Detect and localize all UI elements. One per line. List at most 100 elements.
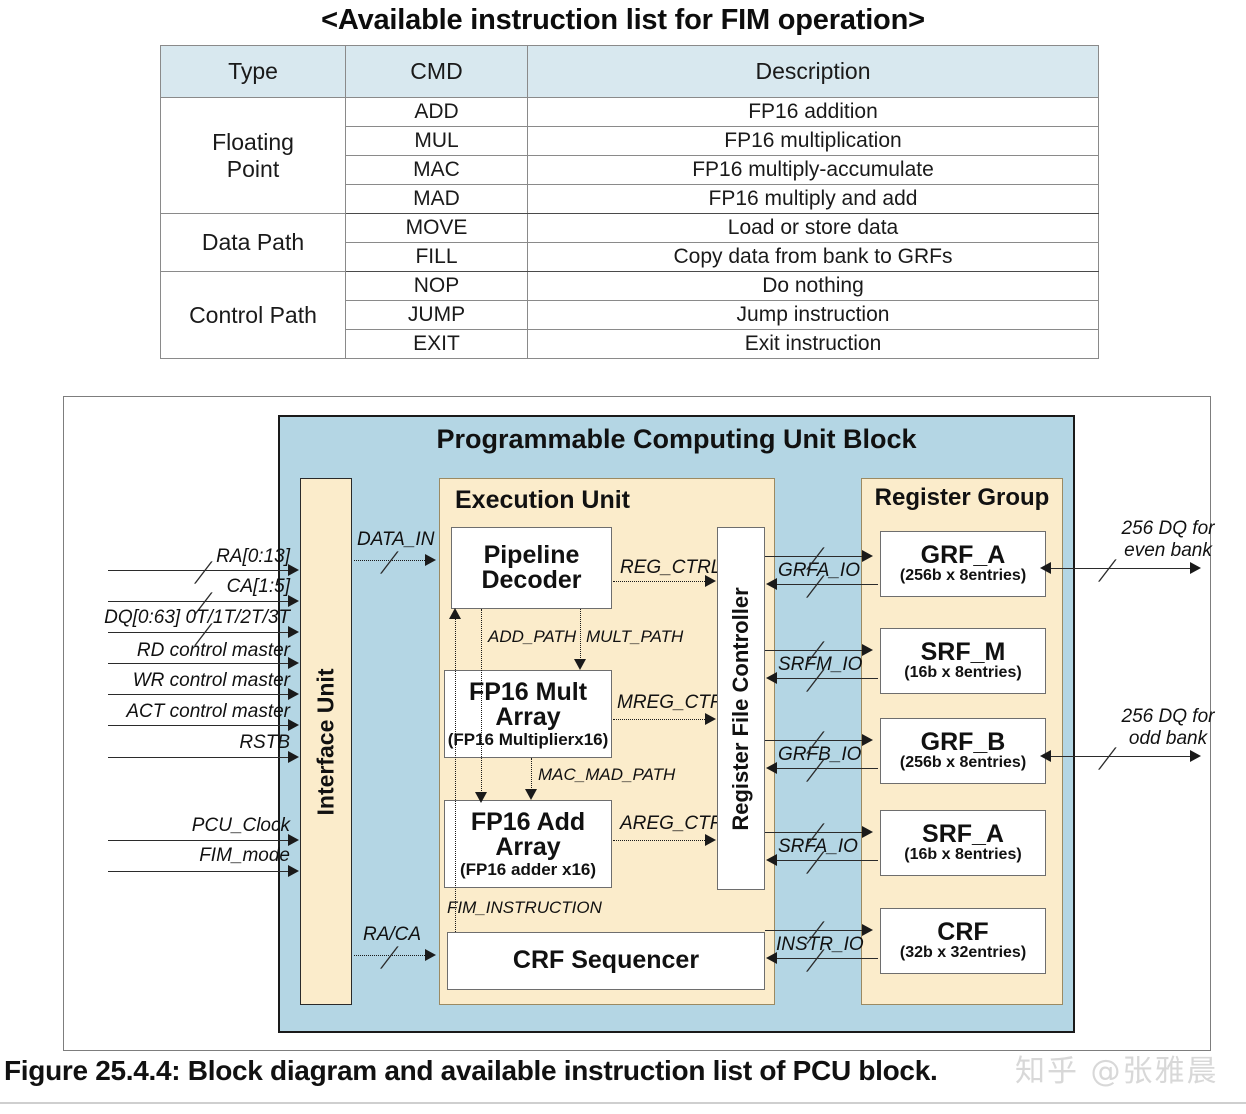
arrow-right-icon xyxy=(425,554,436,566)
bus-slash-icon: ╱ xyxy=(808,549,820,570)
cell-description: Copy data from bank to GRFs xyxy=(527,242,1099,272)
cell-cmd: MUL xyxy=(345,126,528,156)
bank-label-line1: 256 DQ for xyxy=(1121,518,1215,539)
instruction-table: Type CMD Description Floating Point ADD … xyxy=(160,45,1099,359)
input-label-rstb: RSTB xyxy=(239,732,290,753)
fim-instruction-line xyxy=(455,612,456,932)
bank-line-even xyxy=(1047,568,1197,569)
table-row: Data Path MOVE Load or store data xyxy=(160,213,1099,272)
input-line xyxy=(108,871,296,872)
signal-label-data-in: DATA_IN xyxy=(357,529,435,550)
input-label-rd: RD control master xyxy=(136,640,290,661)
io-line-in xyxy=(774,768,878,769)
arrow-down-icon xyxy=(475,792,487,803)
register-name: GRF_B xyxy=(920,727,1006,756)
type-line: Point xyxy=(226,155,280,182)
input-label-ca: CA[1:5] xyxy=(226,576,290,597)
register-name: CRF xyxy=(937,917,989,946)
cell-description: FP16 multiply and add xyxy=(527,184,1099,214)
arrow-left-icon xyxy=(1040,750,1051,762)
bus-slash-icon: ╱ xyxy=(808,761,820,782)
bus-slash-icon: ╱ xyxy=(808,733,820,754)
arrow-left-icon xyxy=(1040,562,1051,574)
arrow-right-icon xyxy=(862,734,873,746)
register-spec: (16b x 8entries) xyxy=(904,846,1022,864)
col-header-type: Type xyxy=(160,45,346,98)
arrow-right-icon xyxy=(288,719,299,731)
arrow-down-icon xyxy=(525,789,537,800)
arrow-right-icon xyxy=(862,550,873,562)
register-block-grf-b: GRF_B (256b x 8entries) xyxy=(880,718,1046,784)
execution-unit-label: Execution Unit xyxy=(455,486,631,514)
cell-cmd: MAC xyxy=(345,155,528,185)
fp16-mult-line2: Array xyxy=(495,703,561,732)
io-line-in xyxy=(774,860,878,861)
cell-cmd: JUMP xyxy=(345,300,528,330)
signal-label-instr-io: INSTR_IO xyxy=(776,934,864,955)
cell-description: FP16 addition xyxy=(527,97,1099,127)
register-name: GRF_A xyxy=(920,540,1006,569)
bus-slash-icon: ╱ xyxy=(382,553,394,574)
arrow-left-icon xyxy=(766,854,777,866)
figure-caption: Figure 25.4.4: Block diagram and availab… xyxy=(4,1055,938,1086)
input-label-ra: RA[0:13] xyxy=(216,546,290,567)
bus-slash-icon: ╱ xyxy=(808,853,820,874)
bank-label-line2: odd bank xyxy=(1128,727,1208,749)
bank-line-odd xyxy=(1047,756,1197,757)
register-block-srf-a: SRF_A (16b x 8entries) xyxy=(880,810,1046,876)
fp16-mult-sub: (FP16 Multiplierx16) xyxy=(447,729,609,749)
arrow-left-icon xyxy=(766,578,777,590)
col-header-cmd: CMD xyxy=(345,45,528,98)
arrow-right-icon xyxy=(288,564,299,576)
register-block-grf-a: GRF_A (256b x 8entries) xyxy=(880,531,1046,597)
signal-label-grfb-io: GRFB_IO xyxy=(778,744,862,765)
reg-ctrl-line xyxy=(613,581,707,582)
path-label-fim-instruction: FIM_INSTRUCTION xyxy=(447,898,602,917)
cell-cmd: MAD xyxy=(345,184,528,214)
col-header-description: Description xyxy=(527,45,1099,98)
pipeline-decoder-line1: Pipeline xyxy=(483,540,580,569)
type-line: Floating xyxy=(212,128,294,155)
bus-slash-icon: ╱ xyxy=(808,923,820,944)
arrow-right-icon xyxy=(1190,562,1201,574)
arrow-right-icon xyxy=(862,826,873,838)
register-name: SRF_A xyxy=(922,819,1004,848)
cell-type: Floating Point xyxy=(160,97,346,214)
register-file-controller-block: Register File Controller xyxy=(717,527,765,890)
arrow-right-icon xyxy=(705,713,716,725)
areg-ctrl-line xyxy=(613,840,707,841)
input-line xyxy=(108,694,296,695)
arrow-right-icon xyxy=(425,949,436,961)
cell-description: Do nothing xyxy=(527,271,1099,301)
pcu-block-title: Programmable Computing Unit Block xyxy=(436,424,917,454)
input-label-fim-mode: FIM_mode xyxy=(199,845,290,866)
input-line xyxy=(108,725,296,726)
fp16-add-line1: FP16 Add xyxy=(470,807,586,836)
signal-label-reg-ctrl: REG_CTRL xyxy=(620,557,722,578)
crf-sequencer-label: CRF Sequencer xyxy=(512,946,700,975)
cell-cmd: MOVE xyxy=(345,213,528,243)
register-spec: (256b x 8entries) xyxy=(899,754,1027,772)
arrow-right-icon xyxy=(288,657,299,669)
bus-slash-icon: ╱ xyxy=(808,951,820,972)
arrow-right-icon xyxy=(288,626,299,638)
mult-path-line xyxy=(580,609,581,664)
table-row: Floating Point ADD FP16 addition xyxy=(160,97,1099,214)
signal-label-ra-ca: RA/CA xyxy=(363,924,422,945)
input-line xyxy=(108,757,296,758)
cell-cmd: NOP xyxy=(345,271,528,301)
register-block-srf-m: SRF_M (16b x 8entries) xyxy=(880,628,1046,694)
arrow-left-icon xyxy=(766,762,777,774)
bus-slash-icon: ╱ xyxy=(808,671,820,692)
cell-cmd: EXIT xyxy=(345,329,528,359)
cell-cmd: ADD xyxy=(345,97,528,127)
table-title: <Available instruction list for FIM oper… xyxy=(321,4,925,36)
cell-description: FP16 multiply-accumulate xyxy=(527,155,1099,185)
fp16-add-array-block: FP16 Add Array (FP16 adder x16) xyxy=(444,800,612,888)
bank-label-odd: 256 DQ for odd bank xyxy=(1088,706,1246,750)
cell-type: Data Path xyxy=(160,213,346,272)
input-label-pcu-clock: PCU_Clock xyxy=(191,815,290,836)
fp16-add-line2: Array xyxy=(495,833,561,862)
bus-slash-icon: ╱ xyxy=(808,643,820,664)
bus-slash-icon: ╱ xyxy=(808,825,820,846)
